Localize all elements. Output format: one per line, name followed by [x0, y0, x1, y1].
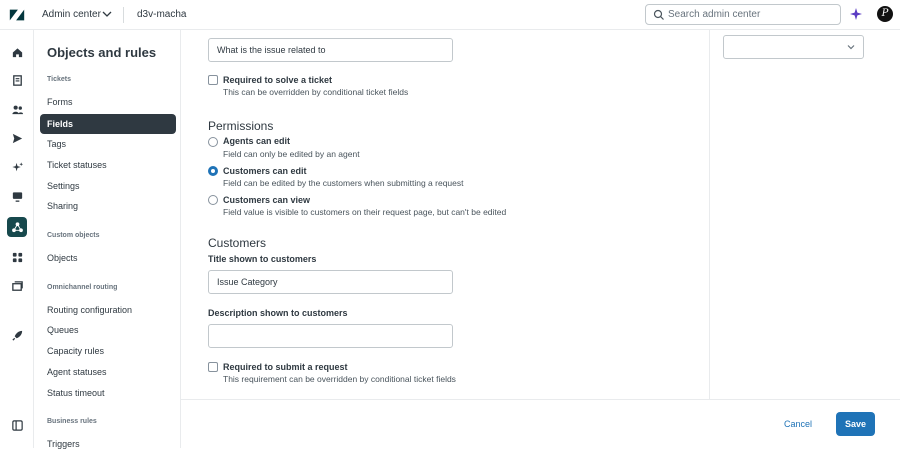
cancel-button[interactable]: Cancel [772, 413, 824, 435]
agents-can-edit-hint: Field can only be edited by an agent [223, 149, 360, 159]
customers-can-edit-hint: Field can be edited by the customers whe… [223, 178, 464, 188]
nav-item-tags[interactable]: Tags [40, 134, 176, 154]
required-solve-label: Required to solve a ticket [223, 75, 333, 85]
nav-item-routing-configuration[interactable]: Routing configuration [40, 300, 176, 320]
rocket-icon[interactable] [8, 326, 26, 344]
agents-can-edit-radio[interactable] [208, 137, 218, 147]
chevron-down-icon[interactable] [101, 8, 113, 20]
nav-item-ticket-statuses[interactable]: Ticket statuses [40, 155, 176, 175]
zendesk-logo-icon[interactable] [8, 6, 26, 24]
channels-send-icon[interactable] [8, 129, 26, 147]
app-name: Admin center [42, 9, 101, 20]
description-input[interactable]: What is the issue related to [208, 38, 453, 62]
user-avatar[interactable]: P [877, 6, 893, 22]
nav-item-triggers[interactable]: Triggers [40, 434, 176, 454]
required-submit-label: Required to submit a request [223, 362, 348, 372]
required-submit-hint: This requirement can be overridden by co… [223, 374, 456, 384]
apps-grid-icon[interactable] [8, 248, 26, 266]
ai-stars-icon[interactable] [8, 158, 26, 176]
nav-section-tickets: Tickets [47, 76, 71, 83]
title-shown-input[interactable]: Issue Category [208, 270, 453, 294]
description-shown-label: Description shown to customers [208, 308, 348, 318]
form-footer: Cancel Save [181, 399, 900, 448]
title-shown-label: Title shown to customers [208, 254, 317, 264]
search-placeholder: Search admin center [668, 9, 761, 20]
customers-can-view-radio[interactable] [208, 195, 218, 205]
side-panel [709, 30, 900, 399]
collapse-panel-icon[interactable] [8, 416, 26, 434]
ai-sparkle-icon[interactable] [849, 7, 863, 21]
permissions-heading: Permissions [208, 119, 274, 133]
workspaces-monitor-icon[interactable] [8, 187, 26, 205]
description-shown-input[interactable] [208, 324, 453, 348]
top-bar: Admin center d3v-macha Search admin cent… [0, 0, 900, 30]
nav-item-status-timeout[interactable]: Status timeout [40, 383, 176, 403]
customers-can-view-label: Customers can view [223, 195, 311, 205]
nav-item-objects[interactable]: Objects [40, 248, 176, 268]
nav-item-agent-statuses[interactable]: Agent statuses [40, 362, 176, 382]
customers-can-view-hint: Field value is visible to customers on t… [223, 207, 507, 217]
nav-item-settings[interactable]: Settings [40, 176, 176, 196]
account-building-icon[interactable] [8, 71, 26, 89]
customers-can-edit-label: Customers can edit [223, 166, 307, 176]
nav-title: Objects and rules [47, 45, 157, 60]
agents-can-edit-label: Agents can edit [223, 136, 291, 146]
nav-section-business-rules: Business rules [47, 418, 97, 425]
required-solve-checkbox[interactable] [208, 75, 218, 85]
nav-item-fields[interactable]: Fields [40, 114, 176, 134]
account-name: d3v-macha [137, 9, 187, 20]
secondary-nav: Objects and rules Tickets Forms Fields T… [34, 30, 181, 449]
chevron-down-icon [847, 45, 855, 50]
nav-item-forms[interactable]: Forms [40, 92, 176, 112]
customers-can-edit-radio[interactable] [208, 166, 218, 176]
customers-heading: Customers [208, 236, 267, 250]
nav-item-queues[interactable]: Queues [40, 320, 176, 340]
home-icon[interactable] [8, 43, 26, 61]
field-form: What is the issue related to Required to… [181, 30, 709, 399]
nav-item-sharing[interactable]: Sharing [40, 196, 176, 216]
nav-section-omnichannel-routing: Omnichannel routing [47, 284, 118, 291]
save-button[interactable]: Save [836, 412, 875, 436]
people-icon[interactable] [8, 100, 26, 118]
header-divider [123, 7, 124, 23]
side-panel-select[interactable] [723, 35, 864, 59]
nav-item-capacity-rules[interactable]: Capacity rules [40, 341, 176, 361]
nav-section-custom-objects: Custom objects [47, 232, 100, 239]
objects-and-rules-icon[interactable] [7, 217, 27, 237]
integrations-icon[interactable] [8, 277, 26, 295]
required-solve-hint: This can be overridden by conditional ti… [223, 87, 409, 97]
search-icon [653, 9, 664, 20]
search-input[interactable]: Search admin center [645, 4, 841, 25]
product-rail [0, 30, 34, 448]
required-submit-checkbox[interactable] [208, 362, 218, 372]
